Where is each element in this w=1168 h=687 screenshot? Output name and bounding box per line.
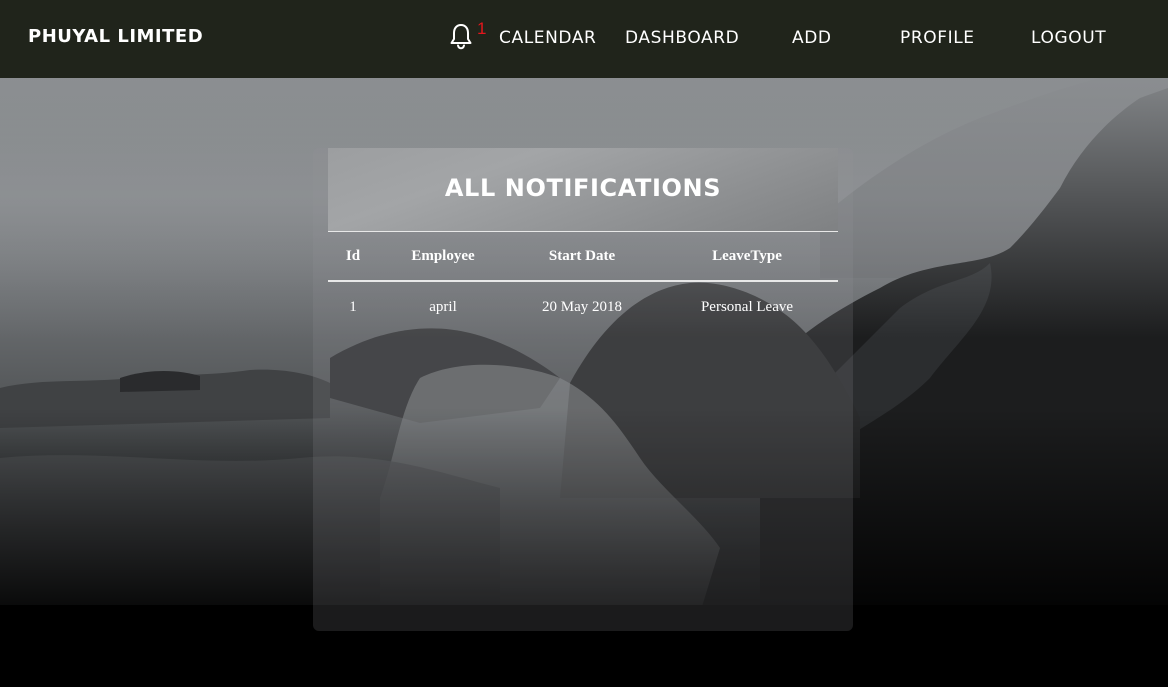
cell-leave-type: Personal Leave xyxy=(700,298,794,315)
notifications-table: Id Employee Start Date LeaveType 1 april… xyxy=(328,232,838,332)
column-header-leave-type: LeaveType xyxy=(656,232,838,282)
nav-dashboard-link[interactable]: DASHBOARD xyxy=(625,28,739,48)
card-header: ALL NOTIFICATIONS xyxy=(328,148,838,232)
table-row: 1 april 20 May 2018 Personal Leave xyxy=(328,281,838,332)
column-header-id: Id xyxy=(328,232,378,282)
nav-calendar-link[interactable]: CALENDAR xyxy=(499,28,596,48)
notifications-card: ALL NOTIFICATIONS Id Employee Start Date… xyxy=(313,148,853,631)
cell-id: 1 xyxy=(349,298,357,315)
brand-logo[interactable]: PHUYAL LIMITED xyxy=(28,26,203,47)
cell-start-date: 20 May 2018 xyxy=(542,298,622,315)
nav-profile-link[interactable]: PROFILE xyxy=(900,28,975,48)
top-navbar: PHUYAL LIMITED 1 CALENDAR DASHBOARD ADD … xyxy=(0,0,1168,78)
nav-logout-link[interactable]: LOGOUT xyxy=(1031,28,1106,48)
column-header-employee: Employee xyxy=(378,232,508,282)
cell-employee: april xyxy=(429,298,457,315)
bell-icon[interactable] xyxy=(449,22,473,50)
table-header-row: Id Employee Start Date LeaveType xyxy=(328,232,838,282)
card-title: ALL NOTIFICATIONS xyxy=(444,174,722,202)
column-header-start-date: Start Date xyxy=(508,232,656,282)
nav-add-link[interactable]: ADD xyxy=(792,28,832,48)
notification-count-badge: 1 xyxy=(477,19,487,38)
